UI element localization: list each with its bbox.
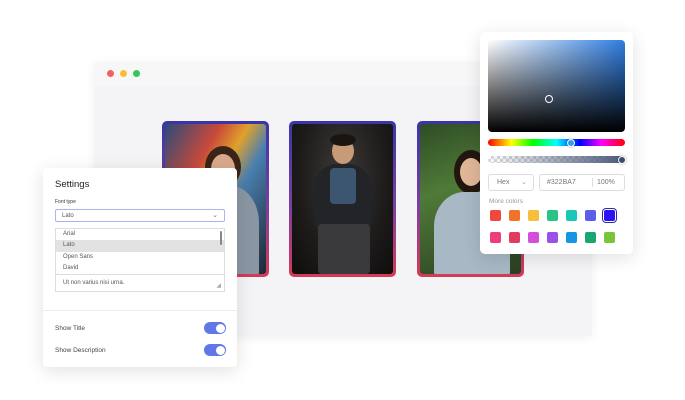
color-swatch[interactable] bbox=[585, 210, 596, 221]
close-window-dot[interactable] bbox=[107, 70, 114, 77]
font-option-arial[interactable]: Arial bbox=[56, 229, 224, 241]
color-swatch[interactable] bbox=[566, 210, 577, 221]
color-swatch[interactable] bbox=[547, 232, 558, 243]
color-format-select[interactable]: Hex ⌄ bbox=[488, 174, 534, 191]
saturation-value-area[interactable] bbox=[488, 40, 625, 132]
photo-card-2[interactable] bbox=[289, 121, 396, 277]
font-option-open-sans[interactable]: Open Sans bbox=[56, 251, 224, 263]
opacity-slider[interactable] bbox=[488, 155, 626, 164]
font-type-select[interactable]: Lato ⌄ bbox=[55, 209, 225, 222]
color-picker-panel: Hex ⌄ #322BA7 100% More colors bbox=[480, 32, 633, 254]
hue-slider-knob[interactable] bbox=[567, 138, 575, 147]
color-swatch[interactable] bbox=[528, 210, 539, 221]
photo-man-sitting bbox=[292, 124, 393, 274]
saturation-handle[interactable] bbox=[545, 95, 553, 103]
color-swatch[interactable] bbox=[490, 210, 501, 221]
font-type-value: Lato bbox=[62, 212, 74, 219]
hex-input[interactable]: #322BA7 100% bbox=[539, 174, 625, 191]
opacity-value: 100% bbox=[597, 179, 615, 186]
divider bbox=[43, 310, 237, 311]
color-swatch[interactable] bbox=[509, 210, 520, 221]
hue-slider[interactable] bbox=[488, 138, 625, 147]
resize-grip-icon[interactable]: ◢ bbox=[216, 282, 221, 289]
font-options-list: Arial Lato Open Sans David bbox=[55, 228, 225, 275]
settings-title: Settings bbox=[55, 179, 90, 190]
color-swatch[interactable] bbox=[566, 232, 577, 243]
more-colors-label: More colors bbox=[489, 198, 523, 205]
settings-panel: Settings Font type Lato ⌄ Arial Lato Ope… bbox=[43, 168, 237, 367]
textarea-text: Ut non varius nisi urna. bbox=[63, 280, 125, 286]
font-type-label: Font type bbox=[55, 199, 76, 205]
color-swatch[interactable] bbox=[528, 232, 539, 243]
color-swatch[interactable] bbox=[509, 232, 520, 243]
opacity-slider-knob[interactable] bbox=[618, 155, 626, 164]
color-swatch[interactable] bbox=[604, 232, 615, 243]
color-format-value: Hex bbox=[497, 179, 510, 186]
chevron-down-icon: ⌄ bbox=[521, 179, 527, 186]
chevron-down-icon: ⌄ bbox=[212, 212, 218, 219]
color-swatch[interactable] bbox=[490, 232, 501, 243]
hex-divider bbox=[592, 178, 593, 187]
show-description-label: Show Description bbox=[55, 347, 106, 354]
show-title-toggle[interactable] bbox=[204, 322, 226, 334]
maximize-window-dot[interactable] bbox=[133, 70, 140, 77]
color-swatch[interactable] bbox=[602, 208, 617, 223]
hex-value: #322BA7 bbox=[547, 179, 576, 186]
options-scrollbar[interactable] bbox=[220, 231, 222, 245]
show-title-label: Show Title bbox=[55, 325, 85, 332]
minimize-window-dot[interactable] bbox=[120, 70, 127, 77]
color-swatch[interactable] bbox=[547, 210, 558, 221]
description-textarea[interactable]: Ut non varius nisi urna. ◢ bbox=[55, 275, 225, 292]
font-option-lato[interactable]: Lato bbox=[56, 240, 224, 252]
show-description-toggle[interactable] bbox=[204, 344, 226, 356]
color-swatch[interactable] bbox=[585, 232, 596, 243]
font-option-david[interactable]: David bbox=[56, 262, 224, 274]
